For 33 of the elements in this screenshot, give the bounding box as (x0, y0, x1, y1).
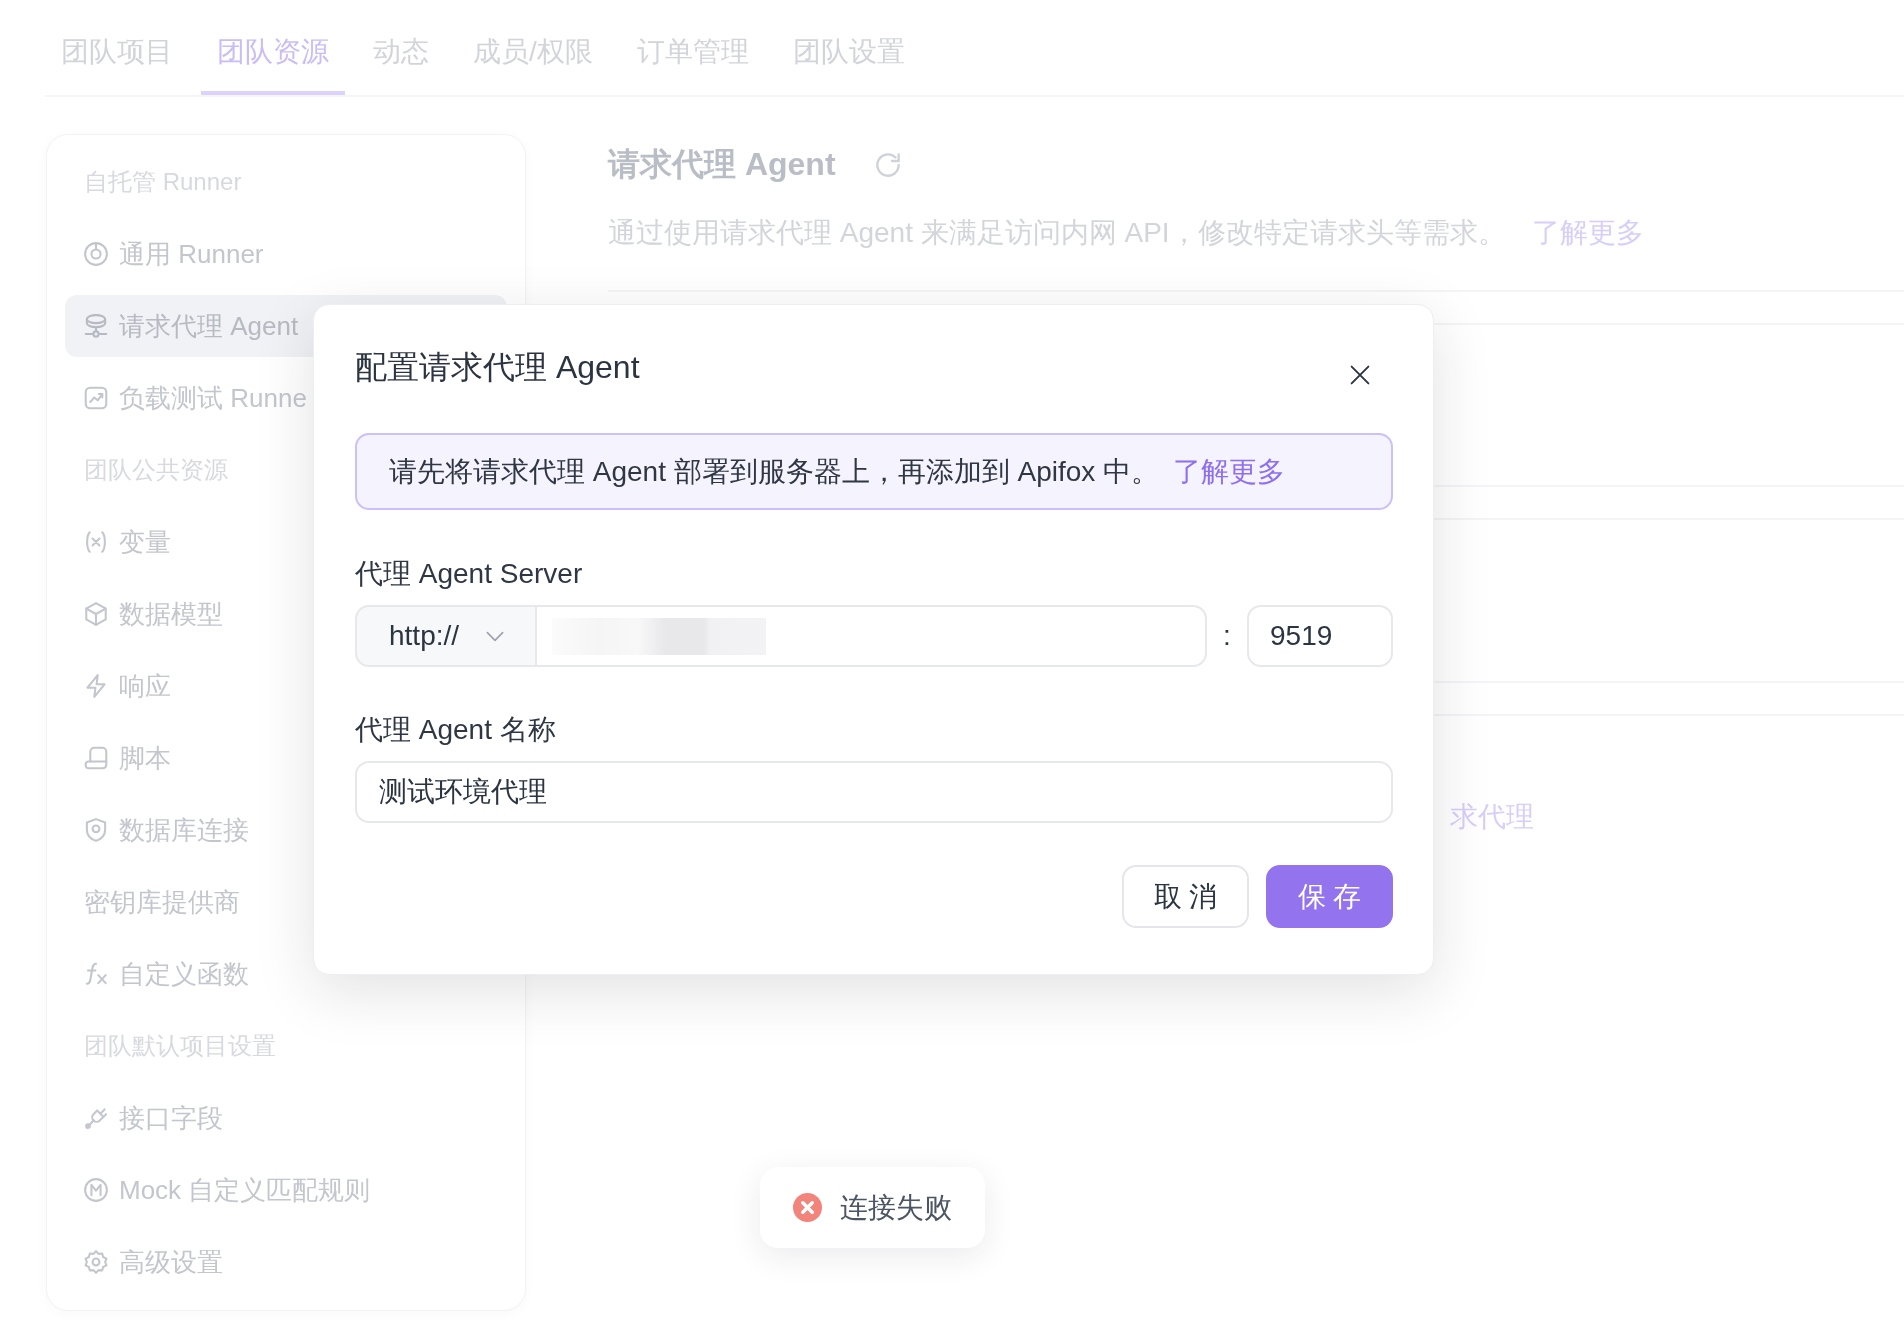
m-circle-icon (84, 1178, 108, 1202)
sidebar-item[interactable]: 接口字段 (65, 1087, 507, 1149)
close-icon (1349, 364, 1371, 386)
database-icon (84, 314, 108, 338)
save-button[interactable]: 保 存 (1266, 865, 1393, 928)
protocol-select[interactable]: http:// (355, 605, 535, 667)
sidebar-item[interactable]: Mock 自定义匹配规则 (65, 1159, 507, 1221)
lightning-icon (84, 674, 108, 698)
sidebar-item[interactable]: 高级设置 (65, 1231, 507, 1293)
tab[interactable]: 团队资源 (201, 0, 345, 95)
error-icon (793, 1193, 822, 1222)
sidebar-item[interactable]: 自定义函数 (65, 943, 507, 1005)
panel-title: 请求代理 Agent (608, 145, 836, 184)
plug-icon (84, 1106, 108, 1130)
sidebar-item[interactable]: 通用 Runner (65, 223, 507, 285)
host-input[interactable] (535, 605, 1207, 667)
field-label: 代理 Agent Server (355, 557, 583, 591)
settings-icon (84, 1250, 108, 1274)
shield-icon (84, 818, 108, 842)
line-chart-icon (84, 386, 108, 410)
gauge-icon (84, 242, 108, 266)
notice-text: 请先将请求代理 Agent 部署到服务器上，再添加到 Apifox 中。 (389, 454, 1160, 489)
refresh-icon (873, 151, 902, 179)
learn-more-link[interactable]: 了解更多 (1173, 452, 1286, 491)
cancel-button[interactable]: 取 消 (1122, 865, 1249, 928)
toast-message: 连接失败 (840, 1190, 952, 1225)
cube-icon (84, 602, 108, 626)
port-separator: : (1222, 620, 1232, 652)
function-icon (84, 962, 108, 986)
port-input[interactable]: 9519 (1247, 605, 1393, 667)
name-input[interactable]: 测试环境代理 (355, 761, 1393, 823)
variable-icon (84, 530, 108, 554)
scroll-icon (84, 746, 108, 770)
